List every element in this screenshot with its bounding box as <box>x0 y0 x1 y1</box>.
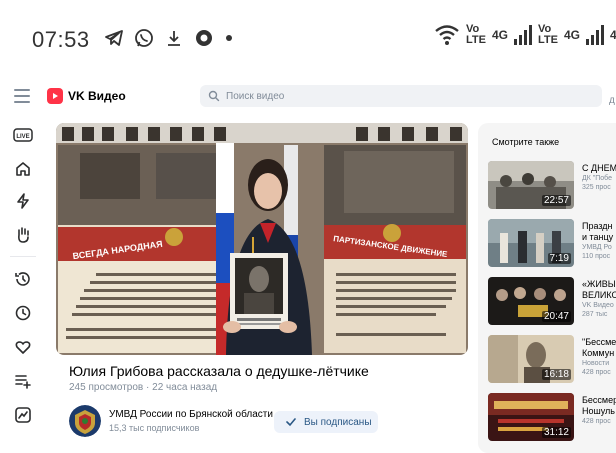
history-icon[interactable] <box>12 268 34 290</box>
status-bar: 07:53 VoLTE 4G VoLTE 4G 4G <box>0 0 616 78</box>
trending-icon[interactable] <box>12 190 34 212</box>
network-type: 4G <box>563 28 580 42</box>
recommendation-title-line2: Коммун <box>582 348 615 358</box>
recommendation-channel: ДК "Побе <box>582 175 612 182</box>
search-input[interactable] <box>224 89 588 103</box>
video-thumbnail: 20:47 <box>488 277 574 325</box>
svg-text:LIVE: LIVE <box>16 134 29 140</box>
recommendation-views: 428 прос <box>582 418 611 425</box>
recommendation-title: "Бессме <box>582 337 616 347</box>
recommendation-channel: VK Видео <box>582 302 614 309</box>
video-thumbnail: 7:19 <box>488 219 574 267</box>
recommendation-views: 428 прос <box>582 369 611 376</box>
video-frame: ВСЕГДА НАРОДНАЯ ПАРТИЗАНСКОЕ ДВИЖЕНИЕ <box>56 123 468 355</box>
notification-icons <box>104 28 234 48</box>
video-thumbnail: 16:18 <box>488 335 574 383</box>
recommendation-item[interactable]: 31:12 Бессмер Ношуль 428 прос <box>488 393 616 441</box>
recommendations-title: Смотрите также <box>492 137 560 147</box>
volte-indicator: Vo LTE <box>537 23 558 46</box>
video-thumbnail: 31:12 <box>488 393 574 441</box>
network-type: 4G <box>491 28 508 42</box>
subscribed-button[interactable]: Вы подписаны <box>274 411 378 433</box>
volte-indicator: Vo LTE <box>466 23 486 46</box>
signal-icon <box>585 25 604 45</box>
home-icon[interactable] <box>12 158 34 180</box>
status-time: 07:53 <box>32 27 90 52</box>
recommendation-channel: УМВД Ро <box>582 244 612 251</box>
app-header: VK Видео д <box>0 80 616 114</box>
subscribed-label: Вы подписаны <box>304 416 372 428</box>
app-name: VK Видео <box>68 89 126 103</box>
recommendation-title: Бессмер <box>582 395 616 405</box>
clock-icon[interactable] <box>12 302 34 324</box>
recommendation-views: 110 прос <box>582 253 611 260</box>
playlist-add-icon[interactable] <box>12 370 34 392</box>
recommendations-panel: Смотрите также 22:57 С ДНЕМ ДК "Побе 325… <box>478 123 616 453</box>
video-player[interactable]: ВСЕГДА НАРОДНАЯ ПАРТИЗАНСКОЕ ДВИЖЕНИЕ <box>56 123 468 355</box>
dot-icon <box>226 35 232 41</box>
video-thumbnail: 22:57 <box>488 161 574 209</box>
check-icon <box>286 418 296 427</box>
video-duration: 7:19 <box>547 253 571 264</box>
channel-subscribers: 15,3 тыс подписчиков <box>109 423 200 433</box>
hand-icon[interactable] <box>12 224 34 246</box>
meta-separator: · <box>146 382 150 393</box>
recommendation-title-line2: и танцу <box>582 232 614 242</box>
left-sidebar: LIVE <box>0 120 46 445</box>
chat-bubble-icon <box>196 30 212 46</box>
recommendation-item[interactable]: 7:19 Праздн и танцу УМВД Ро 110 прос <box>488 219 616 267</box>
recommendation-title: Праздн <box>582 221 613 231</box>
search-icon <box>208 90 220 102</box>
video-title[interactable]: Юлия Грибова рассказала о дедушке-лётчик… <box>69 363 369 379</box>
wifi-icon <box>435 25 459 45</box>
video-duration: 16:18 <box>541 369 571 380</box>
vk-video-logo[interactable]: VK Видео <box>47 88 126 104</box>
network-type: 4G <box>609 28 616 42</box>
video-duration: 31:12 <box>541 427 571 438</box>
recommendation-item[interactable]: 16:18 "Бессме Коммун Новости 428 прос <box>488 335 616 383</box>
channel-avatar[interactable] <box>69 405 101 437</box>
video-duration: 22:57 <box>541 195 571 206</box>
signal-icon <box>513 25 532 45</box>
search-bar[interactable] <box>200 85 602 107</box>
stats-icon[interactable] <box>12 404 34 426</box>
recommendation-title: «ЖИВЫ <box>582 279 616 289</box>
channel-name[interactable]: УМВД России по Брянской области <box>109 409 273 420</box>
live-icon[interactable]: LIVE <box>12 124 34 146</box>
video-meta: 245 просмотров · 22 часа назад <box>69 382 217 393</box>
recommendation-title: С ДНЕМ <box>582 163 616 173</box>
channel-row: УМВД России по Брянской области 15,3 тыс… <box>69 405 469 439</box>
recommendation-item[interactable]: 20:47 «ЖИВЫ ВЕЛИКО VK Видео 287 тыс <box>488 277 616 325</box>
system-icons: VoLTE 4G VoLTE 4G 4G <box>434 24 616 46</box>
recommendation-views: 287 тыс <box>582 311 608 318</box>
video-time-ago: 22 часа назад <box>152 382 218 393</box>
recommendation-item[interactable]: 22:57 С ДНЕМ ДК "Побе 325 прос <box>488 161 616 209</box>
video-views: 245 просмотров <box>69 382 144 393</box>
download-icon <box>168 31 180 46</box>
recommendation-channel: Новости <box>582 360 610 367</box>
heart-icon[interactable] <box>12 336 34 358</box>
menu-icon[interactable] <box>14 89 30 103</box>
recommendation-views: 325 прос <box>582 184 611 191</box>
recommendation-title-line2: ВЕЛИКО <box>582 290 616 300</box>
whatsapp-icon <box>135 29 153 47</box>
vk-play-icon <box>47 88 63 104</box>
header-link[interactable]: д <box>609 95 615 106</box>
recommendation-title-line2: Ношуль <box>582 406 615 416</box>
video-duration: 20:47 <box>541 311 571 322</box>
telegram-icon <box>105 30 123 46</box>
